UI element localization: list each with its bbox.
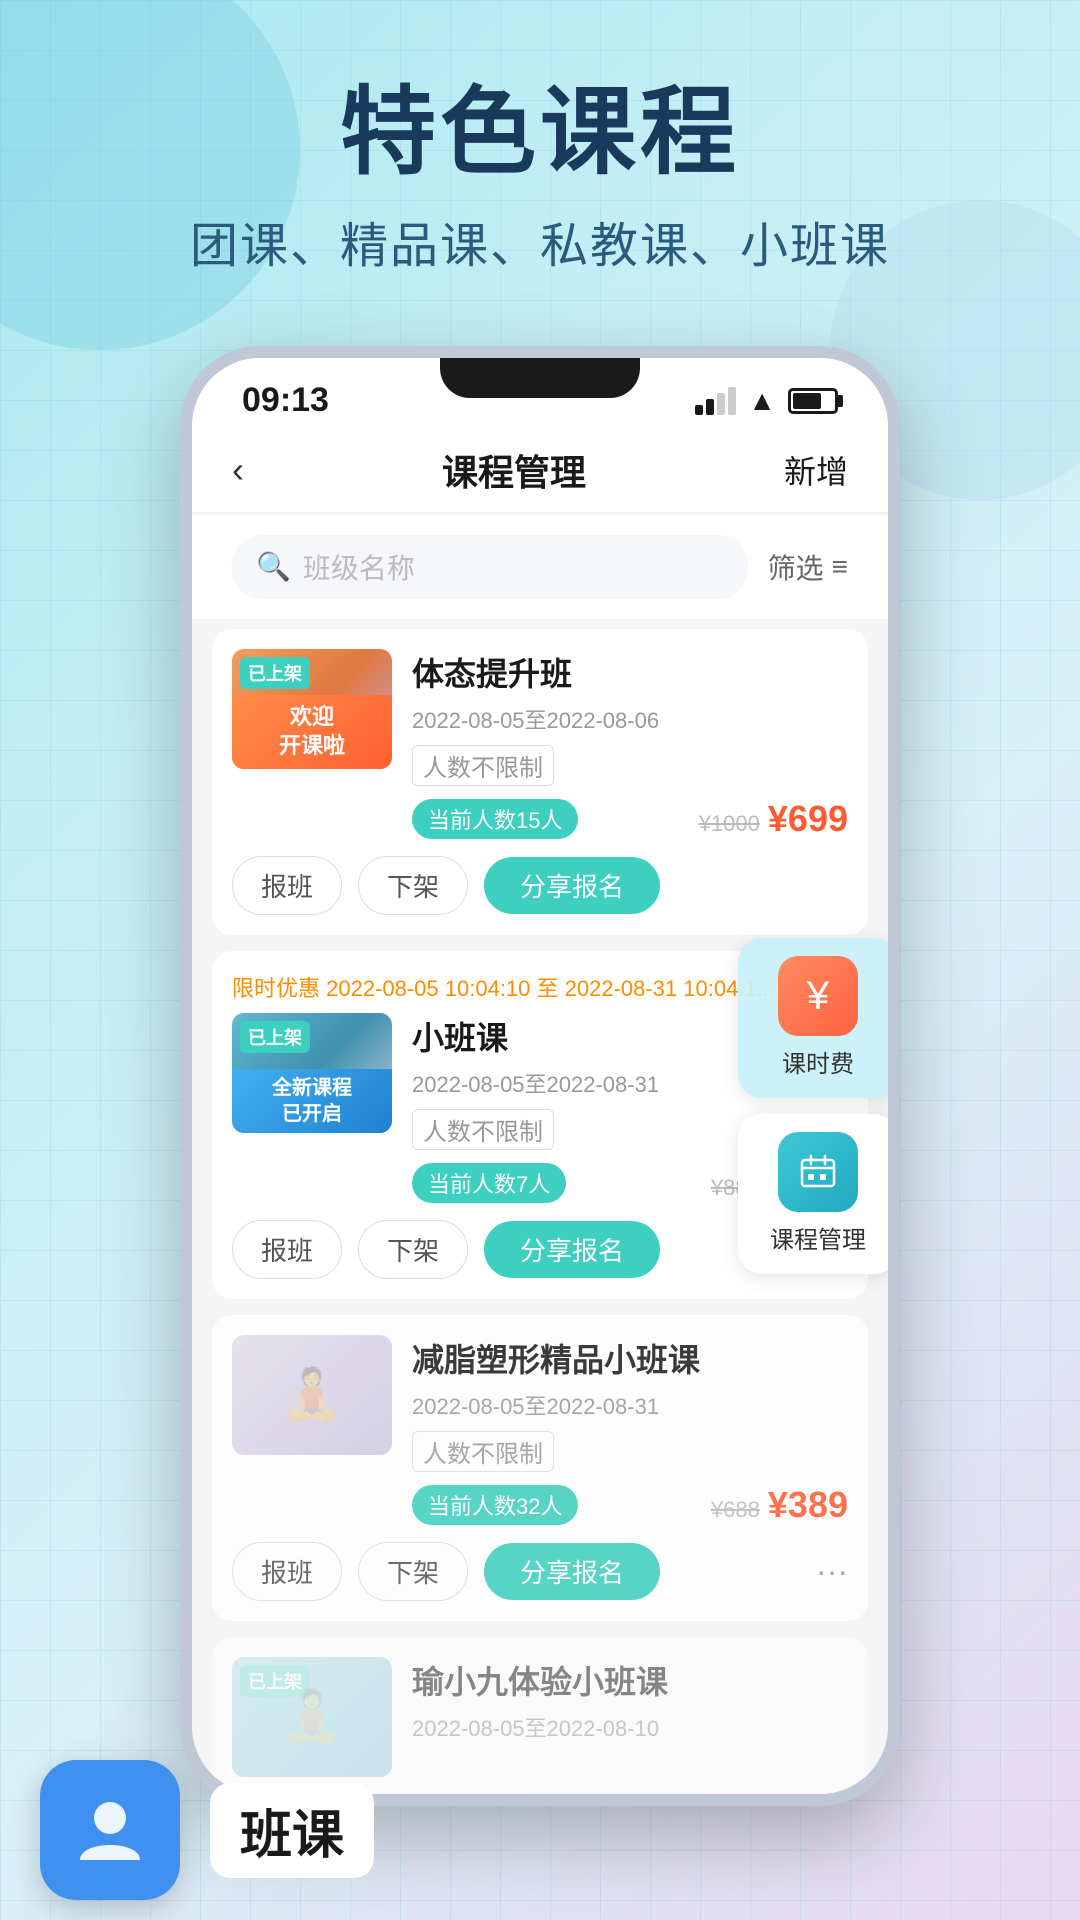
app-header: ‹ 课程管理 新增 <box>192 428 888 513</box>
share-button-3[interactable]: 分享报名 <box>484 1543 660 1600</box>
course-thumbnail-4: 已上架 🧘 <box>232 1657 392 1777</box>
float-lesson-fee[interactable]: ¥ 课时费 <box>738 938 888 1098</box>
search-input[interactable]: 班级名称 <box>303 547 415 587</box>
capacity-row-1: 人数不限制 <box>412 745 848 786</box>
original-price-3: ¥688 <box>711 1497 760 1523</box>
hero-section: 特色课程 团课、精品课、私教课、小班课 <box>0 0 1080 316</box>
participants-2: 当前人数7人 <box>412 1163 566 1203</box>
capacity-text-1: 人数不限制 <box>412 745 554 786</box>
app-icon[interactable] <box>40 1760 180 1900</box>
phone-container: 09:13 ▲ ‹ 课程管理 新增 <box>0 346 1080 1806</box>
status-badge-2: 已上架 <box>240 1021 310 1053</box>
phone-screen: 09:13 ▲ ‹ 课程管理 新增 <box>192 358 888 1794</box>
hero-title: 特色课程 <box>60 80 1020 186</box>
lesson-fee-icon: ¥ <box>778 956 858 1036</box>
course-info-1: 体态提升班 2022-08-05至2022-08-06 人数不限制 当前人数15… <box>412 649 848 840</box>
action-row-3: 报班 下架 分享报名 ··· <box>232 1542 848 1601</box>
course-info-4: 瑜小九体验小班课 2022-08-05至2022-08-10 <box>412 1657 848 1777</box>
course-dates-3: 2022-08-05至2022-08-31 <box>412 1389 848 1421</box>
action-row-1: 报班 下架 分享报名 <box>232 856 848 915</box>
course-card-1: 已上架 欢迎开课啦 体态提升班 2022-08-05至2022-08-06 人数… <box>212 629 868 935</box>
filter-button[interactable]: 筛选 ≡ <box>768 547 848 587</box>
capacity-text-2: 人数不限制 <box>412 1109 554 1150</box>
price-area-3: ¥688 ¥389 <box>711 1484 848 1526</box>
course-name-4: 瑜小九体验小班课 <box>412 1657 848 1703</box>
enroll-button-3[interactable]: 报班 <box>232 1542 342 1601</box>
back-button[interactable]: ‹ <box>232 449 244 491</box>
lesson-fee-label: 课时费 <box>782 1044 854 1079</box>
app-label: 班课 <box>240 1807 344 1865</box>
course-thumbnail-1: 已上架 欢迎开课啦 <box>232 649 392 769</box>
status-icons: ▲ <box>695 385 838 417</box>
more-button-3[interactable]: ··· <box>816 1553 848 1590</box>
thumb-label-1: 欢迎开课啦 <box>232 695 392 768</box>
course-thumbnail-3: 🧘 <box>232 1335 392 1455</box>
page-title: 课程管理 <box>442 444 586 496</box>
delist-button-3[interactable]: 下架 <box>358 1542 468 1601</box>
capacity-row-3: 人数不限制 <box>412 1431 848 1472</box>
search-icon: 🔍 <box>256 550 291 583</box>
current-price-3: ¥389 <box>768 1484 848 1526</box>
course-info-3: 减脂塑形精品小班课 2022-08-05至2022-08-31 人数不限制 当前… <box>412 1335 848 1526</box>
enroll-button-2[interactable]: 报班 <box>232 1220 342 1279</box>
course-name-1: 体态提升班 <box>412 649 848 695</box>
app-label-box: 班课 <box>210 1783 374 1878</box>
course-dates-4: 2022-08-05至2022-08-10 <box>412 1711 848 1743</box>
search-input-area[interactable]: 🔍 班级名称 <box>232 535 748 599</box>
course-meta-1: 当前人数15人 ¥1000 ¥699 <box>412 798 848 840</box>
course-meta-3: 当前人数32人 ¥688 ¥389 <box>412 1484 848 1526</box>
bottom-section: 班课 <box>40 1760 374 1900</box>
course-main-4: 已上架 🧘 瑜小九体验小班课 2022-08-05至2022-08-10 <box>232 1657 848 1777</box>
phone-notch <box>440 358 640 398</box>
floating-icons: ¥ 课时费 课程管理 <box>738 938 888 1290</box>
status-badge-1: 已上架 <box>240 657 310 689</box>
phone-mockup: 09:13 ▲ ‹ 课程管理 新增 <box>180 346 900 1806</box>
course-thumbnail-2: 已上架 全新课程已开启 <box>232 1013 392 1133</box>
original-price-1: ¥1000 <box>699 811 760 837</box>
participants-3: 当前人数32人 <box>412 1485 578 1525</box>
enroll-button-1[interactable]: 报班 <box>232 856 342 915</box>
course-main-1: 已上架 欢迎开课啦 体态提升班 2022-08-05至2022-08-06 人数… <box>232 649 848 840</box>
price-area-1: ¥1000 ¥699 <box>699 798 848 840</box>
wifi-icon: ▲ <box>748 385 776 417</box>
share-button-1[interactable]: 分享报名 <box>484 857 660 914</box>
course-mgmt-label: 课程管理 <box>770 1220 866 1255</box>
battery-icon <box>788 388 838 414</box>
capacity-text-3: 人数不限制 <box>412 1431 554 1472</box>
share-button-2[interactable]: 分享报名 <box>484 1221 660 1278</box>
participants-1: 当前人数15人 <box>412 799 578 839</box>
status-time: 09:13 <box>242 381 329 420</box>
add-button[interactable]: 新增 <box>784 447 848 493</box>
course-dates-1: 2022-08-05至2022-08-06 <box>412 703 848 735</box>
float-course-management[interactable]: 课程管理 <box>738 1114 888 1274</box>
hero-subtitle: 团课、精品课、私教课、小班课 <box>60 206 1020 276</box>
current-price-1: ¥699 <box>768 798 848 840</box>
course-name-3: 减脂塑形精品小班课 <box>412 1335 848 1381</box>
delist-button-2[interactable]: 下架 <box>358 1220 468 1279</box>
thumb-label-2: 全新课程已开启 <box>232 1069 392 1133</box>
search-bar: 🔍 班级名称 筛选 ≡ <box>192 515 888 619</box>
delist-button-1[interactable]: 下架 <box>358 856 468 915</box>
course-mgmt-icon <box>778 1132 858 1212</box>
signal-icon <box>695 387 736 415</box>
course-card-3: 🧘 减脂塑形精品小班课 2022-08-05至2022-08-31 人数不限制 … <box>212 1315 868 1621</box>
course-main-3: 🧘 减脂塑形精品小班课 2022-08-05至2022-08-31 人数不限制 … <box>232 1335 848 1526</box>
